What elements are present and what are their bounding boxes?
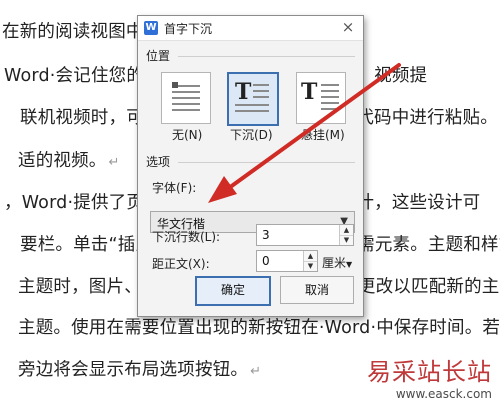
doc-line-9: 旁边将会显示布局选项按钮。 ↵ — [18, 360, 262, 380]
watermark-url: www.easck.com — [395, 387, 492, 401]
position-section-label: 位置 — [146, 49, 171, 63]
paragraph-mark: ↵ — [108, 155, 120, 170]
margin-icon: T — [301, 79, 339, 110]
watermark-title: 易采站长站 — [367, 358, 492, 386]
lines-label: 下沉行数(L): — [152, 230, 221, 244]
drop-icon: T — [235, 79, 269, 112]
dialog-titlebar[interactable]: W 首字下沉 × — [138, 16, 363, 41]
drop-cap-dialog: W 首字下沉 × 位置 T T 无(N) 下沉(D) 悬挂(M) 选项 字体(F… — [137, 15, 364, 317]
doc-line-4: 适的视频。 ↵ — [18, 151, 120, 171]
lines-spinbox[interactable]: 3 ▲ ▼ — [256, 224, 354, 246]
unit-dropdown[interactable]: 厘米▼ — [322, 254, 352, 271]
font-label: 字体(F): — [152, 181, 197, 195]
options-section-label: 选项 — [146, 155, 171, 169]
position-margin-option[interactable]: T — [296, 72, 346, 124]
position-divider — [178, 56, 355, 57]
ok-button[interactable]: 确定 — [195, 276, 271, 306]
distance-stepper: ▲ ▼ — [303, 251, 317, 271]
position-drop-option[interactable]: T — [227, 72, 279, 126]
decrement-icon[interactable]: ▼ — [304, 261, 317, 271]
unit-label: 厘米 — [322, 256, 347, 270]
distance-value[interactable]: 0 — [262, 254, 270, 268]
app-icon: W — [144, 21, 158, 35]
options-divider — [178, 162, 355, 163]
distance-label: 距正文(X): — [152, 257, 210, 271]
svg-text:T: T — [235, 79, 252, 105]
watermark: 易采站长站 www.easck.com — [367, 352, 492, 401]
lines-stepper: ▲ ▼ — [339, 225, 353, 245]
none-icon — [172, 82, 200, 111]
position-none-option[interactable] — [161, 72, 211, 124]
svg-text:T: T — [301, 79, 318, 105]
lines-value[interactable]: 3 — [262, 228, 270, 242]
paragraph-mark: ↵ — [250, 364, 262, 379]
distance-spinbox[interactable]: 0 ▲ ▼ — [256, 250, 318, 272]
position-margin-label[interactable]: 悬挂(M) — [301, 126, 345, 143]
caret-down-icon: ▼ — [346, 260, 353, 269]
position-drop-label[interactable]: 下沉(D) — [230, 126, 273, 143]
position-none-label[interactable]: 无(N) — [172, 126, 202, 143]
cancel-button[interactable]: 取消 — [280, 276, 354, 304]
decrement-icon[interactable]: ▼ — [340, 235, 353, 245]
close-icon[interactable]: × — [339, 18, 357, 36]
dialog-title: 首字下沉 — [164, 22, 213, 36]
doc-line-8: 主题。使用在需要位置出现的新按钮在·Word·中保存时间。若 — [18, 318, 500, 338]
